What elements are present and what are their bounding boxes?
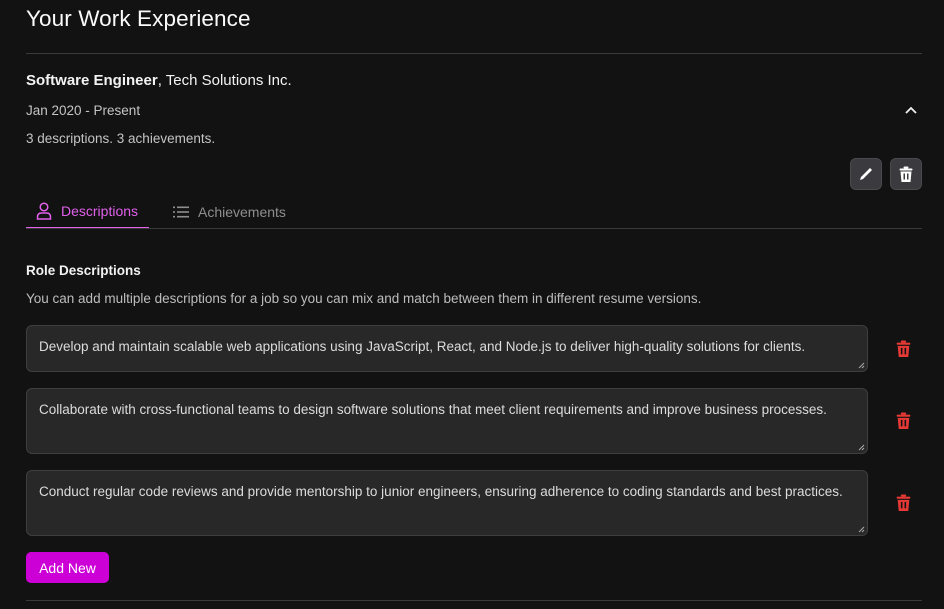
tab-achievements-label: Achievements: [198, 203, 286, 220]
description-text: Conduct regular code reviews and provide…: [39, 484, 843, 499]
user-icon: [36, 201, 52, 220]
delete-job-button[interactable]: [890, 158, 922, 190]
job-title: Software Engineer, Tech Solutions Inc.: [26, 72, 292, 89]
trash-icon: [896, 494, 910, 511]
page-title: Your Work Experience: [26, 6, 251, 31]
section-title: Role Descriptions: [26, 263, 141, 278]
add-new-button[interactable]: Add New: [26, 552, 109, 583]
tabs-divider: [26, 228, 922, 229]
pencil-icon: [860, 168, 872, 180]
section-help-text: You can add multiple descriptions for a …: [26, 291, 702, 306]
header-divider: [26, 53, 922, 54]
trash-icon: [899, 166, 913, 182]
delete-description-button[interactable]: [893, 410, 913, 432]
list-icon: [173, 206, 189, 217]
trash-icon: [896, 412, 910, 429]
description-textarea[interactable]: Develop and maintain scalable web applic…: [26, 325, 868, 372]
tab-descriptions[interactable]: Descriptions: [26, 194, 149, 229]
job-summary: 3 descriptions. 3 achievements.: [26, 131, 216, 146]
job-role: Software Engineer: [26, 72, 158, 89]
job-dates: Jan 2020 - Present: [26, 103, 141, 118]
description-text: Collaborate with cross-functional teams …: [39, 402, 827, 417]
resize-grip-icon[interactable]: [858, 362, 865, 369]
trash-icon: [896, 340, 910, 357]
delete-description-button[interactable]: [893, 492, 913, 514]
description-textarea[interactable]: Collaborate with cross-functional teams …: [26, 388, 868, 454]
job-company: Tech Solutions Inc.: [161, 72, 292, 89]
description-text: Develop and maintain scalable web applic…: [39, 339, 806, 354]
resize-grip-icon[interactable]: [858, 444, 865, 451]
footer-divider: [26, 600, 922, 601]
edit-job-button[interactable]: [850, 158, 882, 190]
collapse-button[interactable]: [900, 100, 922, 120]
chevron-up-icon: [905, 106, 917, 114]
delete-description-button[interactable]: [893, 338, 913, 360]
resize-grip-icon[interactable]: [858, 526, 865, 533]
tab-descriptions-label: Descriptions: [61, 202, 139, 219]
description-textarea[interactable]: Conduct regular code reviews and provide…: [26, 470, 868, 536]
tab-achievements[interactable]: Achievements: [163, 194, 286, 229]
